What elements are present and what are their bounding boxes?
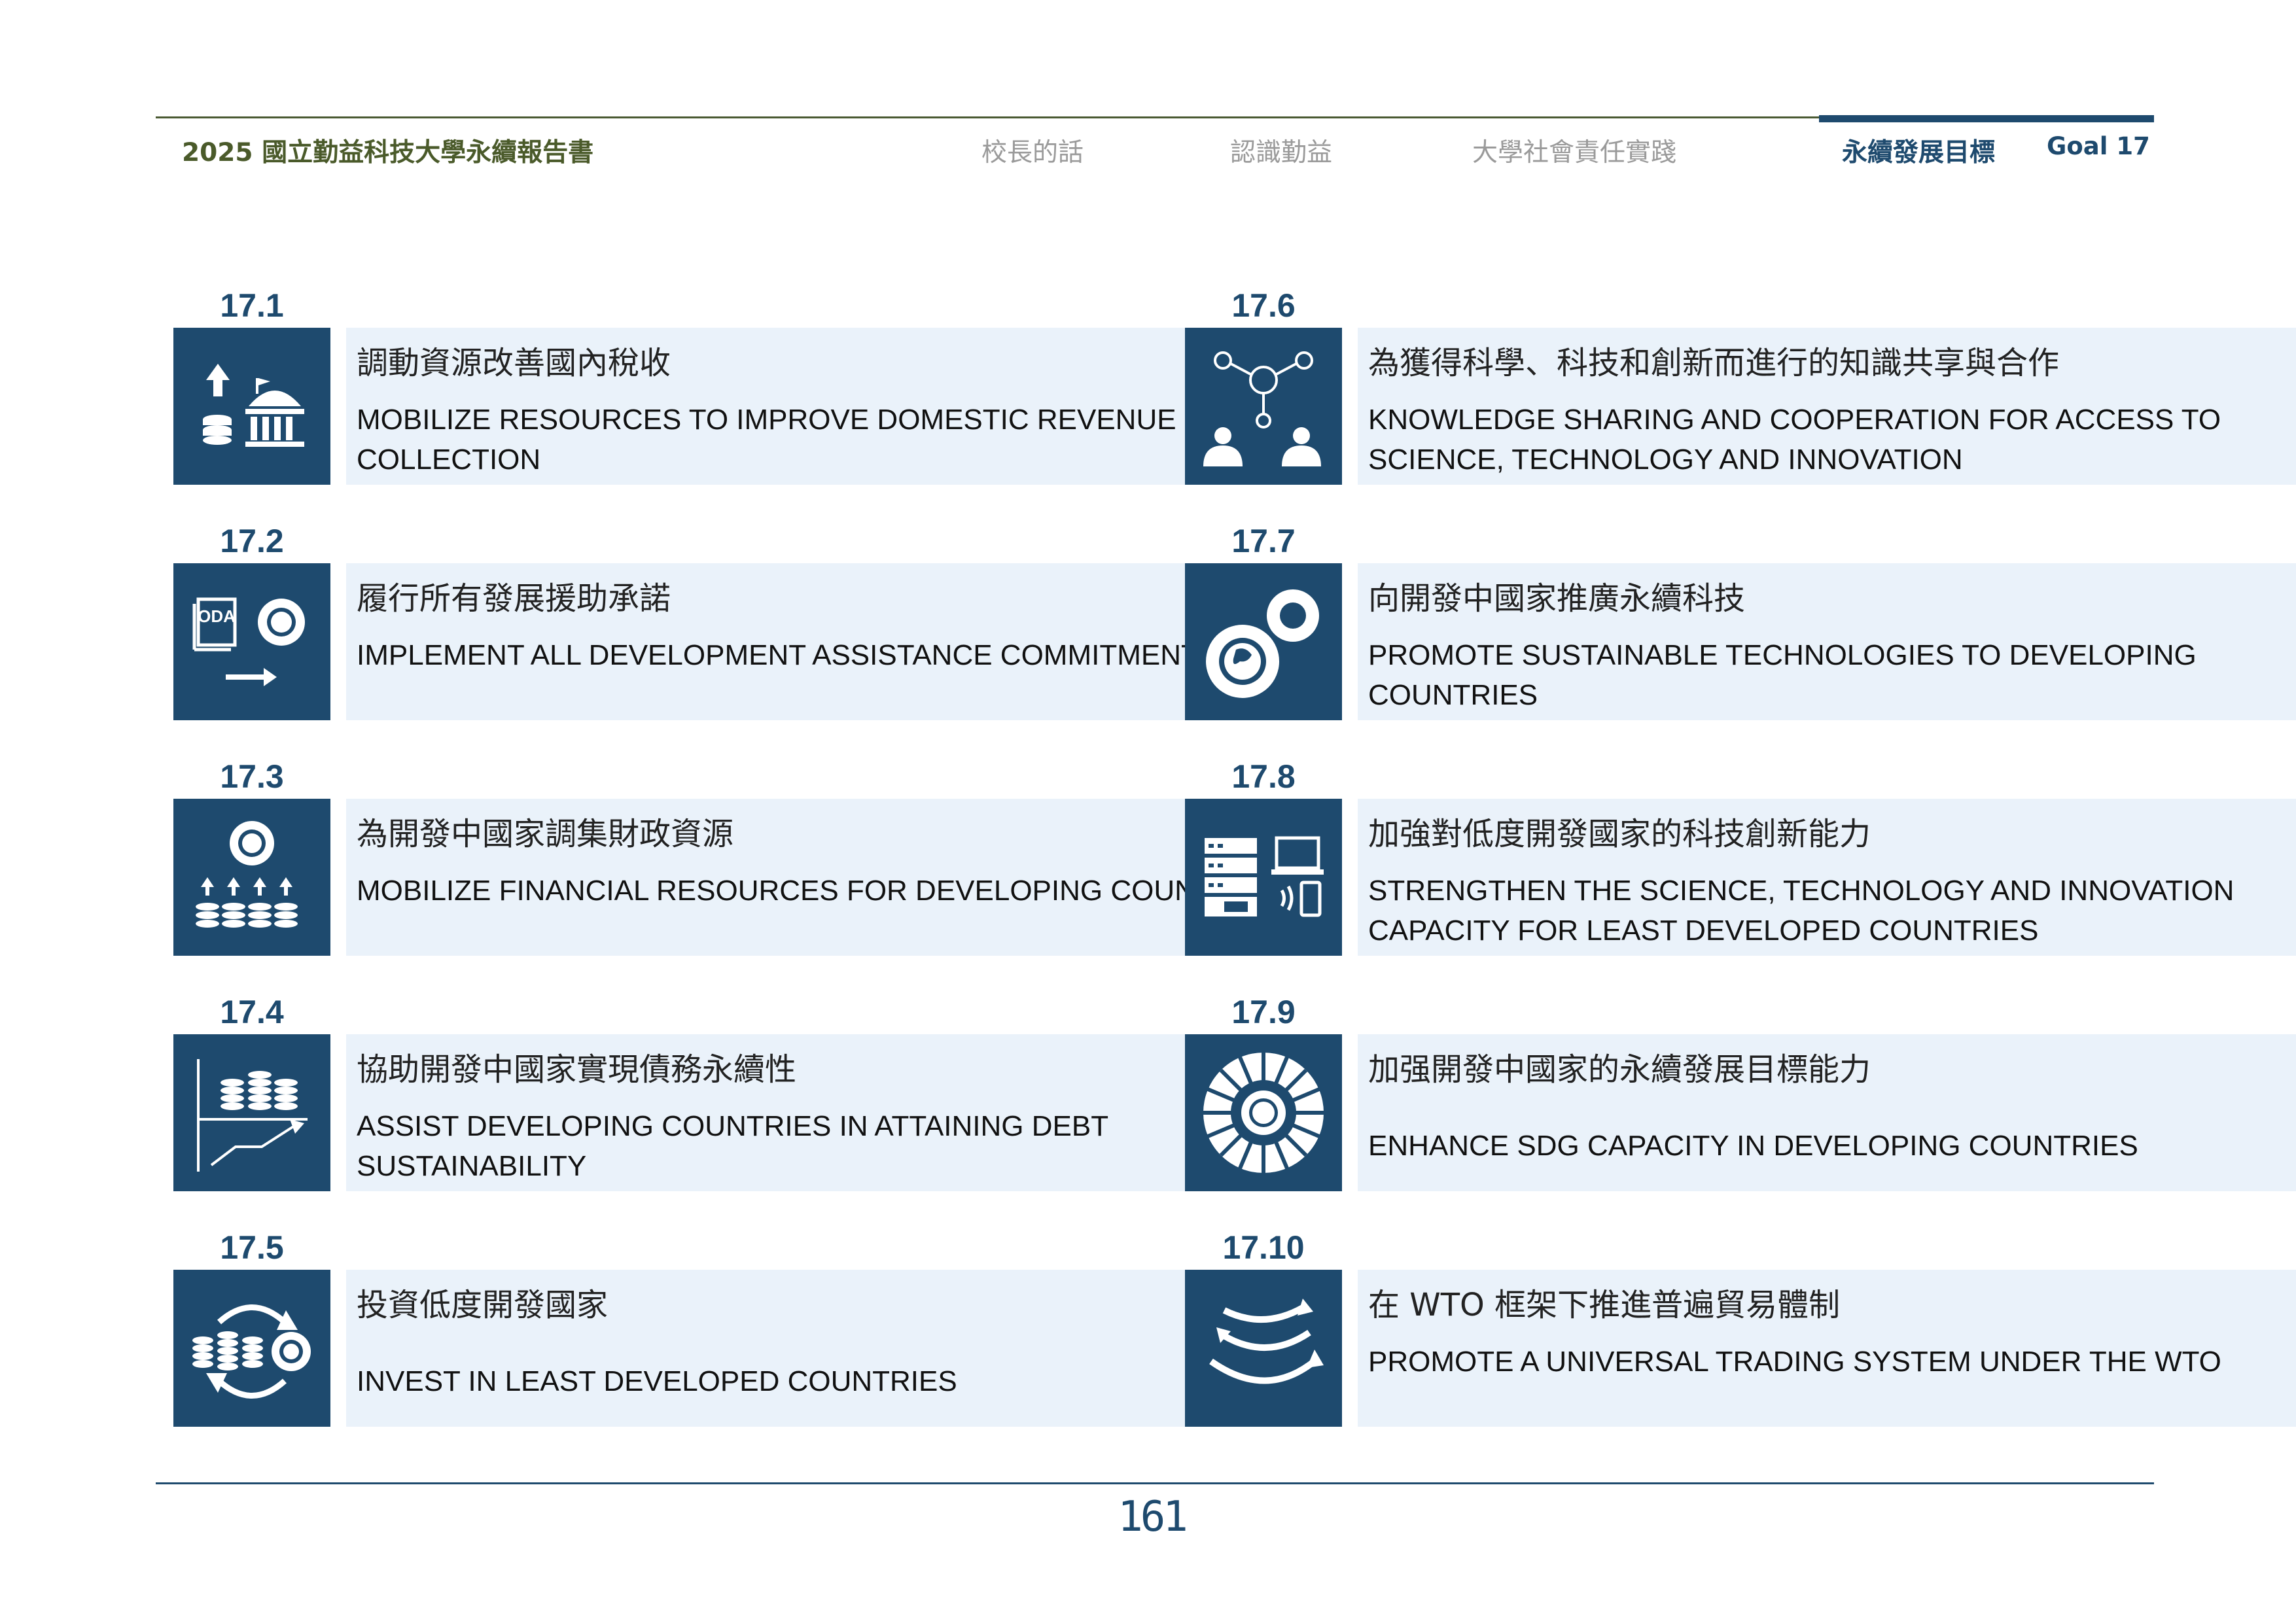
trade-arrows-icon [1185, 1270, 1342, 1427]
technology-devices-icon [1185, 799, 1342, 956]
oda-label: ODA [198, 606, 236, 626]
header-active-accent [1819, 115, 2154, 122]
target-title-zh: 在 WTO 框架下推進普遍貿易體制 [1368, 1287, 1841, 1323]
target-number: 17.1 [220, 287, 284, 324]
debt-chart-icon [173, 1034, 330, 1191]
target-title-zh: 加强開發中國家的永續發展目標能力 [1368, 1051, 1871, 1088]
financial-resources-icon [173, 799, 330, 956]
target-number: 17.6 [1231, 287, 1296, 324]
target-17-7: 17.7 向開發中國家推廣永續科技 PROMOTE SUSTAINABLE TE… [1185, 521, 2296, 731]
target-number: 17.3 [220, 758, 284, 795]
sdg-wheel-icon [1185, 1034, 1342, 1191]
footer-rule [156, 1482, 2154, 1484]
target-17-9: 17.9 加强開發中國家的永續發展目標能力 ENHANCE SDG CAPACI… [1185, 992, 2296, 1202]
nav-tab-about[interactable]: 認識勤益 [1230, 132, 1332, 169]
nav-tab-president-message[interactable]: 校長的話 [981, 132, 1084, 169]
target-title-zh: 為獲得科學、科技和創新而進行的知識共享與合作 [1368, 345, 2060, 381]
target-title-zh: 加強對低度開發國家的科技創新能力 [1368, 816, 1871, 852]
target-17-1: 17.1 調動資源改善國內稅收 MOBILIZE RESOURCES TO IM… [173, 286, 1335, 495]
target-title-en: ENHANCE SDG CAPACITY IN DEVELOPING COUNT… [1368, 1130, 2138, 1162]
target-text-box: 向開發中國家推廣永續科技 PROMOTE SUSTAINABLE TECHNOL… [1358, 563, 2296, 720]
target-number: 17.5 [220, 1229, 284, 1266]
page-number: 161 [1118, 1493, 1188, 1541]
target-title-zh: 向開發中國家推廣永續科技 [1368, 580, 1746, 617]
knowledge-network-icon [1185, 328, 1342, 485]
target-17-2: 17.2 ODA 履行所有發展援助承諾 IMPLEMENT ALL DEVELO… [173, 521, 1335, 731]
target-title-en: KNOWLEDGE SHARING AND COOPERATION FOR AC… [1368, 404, 2221, 476]
target-number: 17.8 [1231, 758, 1296, 795]
target-title-en: PROMOTE A UNIVERSAL TRADING SYSTEM UNDER… [1368, 1346, 2221, 1378]
target-number: 17.9 [1231, 994, 1296, 1030]
goal-label: Goal 17 [2047, 132, 2150, 160]
target-title-en: PROMOTE SUSTAINABLE TECHNOLOGIES TO DEVE… [1368, 639, 2197, 711]
oda-commitment-icon: ODA [173, 563, 330, 720]
target-title-en: STRENGTHEN THE SCIENCE, TECHNOLOGY AND I… [1368, 875, 2234, 947]
target-17-4: 17.4 協助開發中國家實現債務永續性 ASSIST DEVELOPING CO… [173, 992, 1335, 1202]
target-17-6: 17.6 為獲得科學、科技和創新而進行的知識共享與合作 KNOWLEDGE SH… [1185, 286, 2296, 495]
revenue-building-icon [173, 328, 330, 485]
target-17-5: 17.5 投資低度開發國家 INVEST IN LEAST DEVELOPED … [173, 1228, 1335, 1437]
target-17-8: 17.8 加強對低度開發國家的科技創新能力 STRENGTHEN THE SCI… [1185, 757, 2296, 966]
target-text-box: 為獲得科學、科技和創新而進行的知識共享與合作 KNOWLEDGE SHARING… [1358, 328, 2296, 485]
target-number: 17.7 [1231, 523, 1296, 559]
target-17-3: 17.3 為開發中國家調集財政資源 MOBILIZE FINANCIAL RES… [173, 757, 1335, 966]
nav-tab-sdg[interactable]: 永續發展目標 [1842, 132, 1995, 169]
nav-tab-usr[interactable]: 大學社會責任實踐 [1472, 132, 1676, 169]
globe-gears-icon [1185, 563, 1342, 720]
target-number: 17.2 [220, 523, 284, 559]
invest-cycle-icon [173, 1270, 330, 1427]
target-number: 17.10 [1222, 1229, 1305, 1266]
target-text-box: 在 WTO 框架下推進普遍貿易體制 PROMOTE A UNIVERSAL TR… [1358, 1270, 2296, 1427]
target-text-box: 加强開發中國家的永續發展目標能力 ENHANCE SDG CAPACITY IN… [1358, 1034, 2296, 1191]
target-17-10: 17.10 在 WTO 框架下推進普遍貿易體制 PROMOTE A UNIVER… [1185, 1228, 2296, 1437]
target-text-box: 加強對低度開發國家的科技創新能力 STRENGTHEN THE SCIENCE,… [1358, 799, 2296, 956]
target-number: 17.4 [220, 994, 284, 1030]
document-title: 2025 國立勤益科技大學永續報告書 [182, 138, 594, 167]
header-rule [156, 116, 1819, 118]
